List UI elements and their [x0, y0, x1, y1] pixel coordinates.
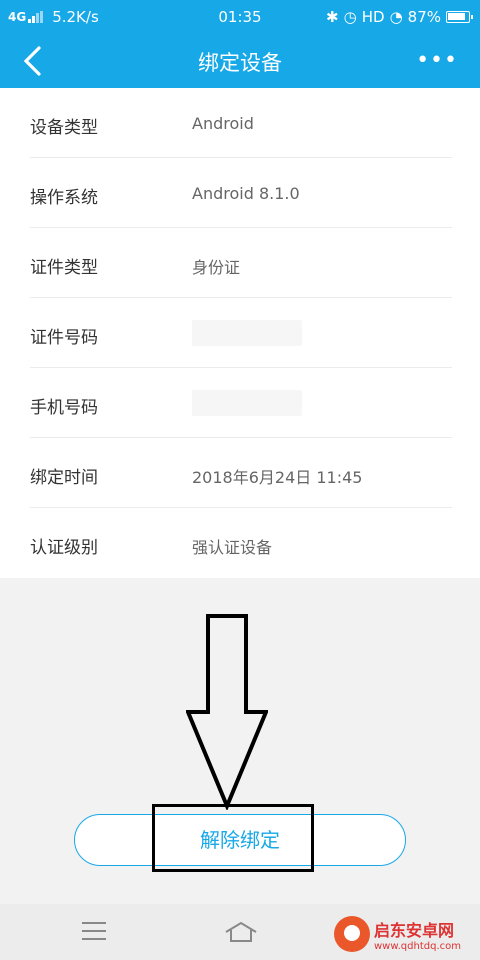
detail-label: 证件号码	[30, 328, 98, 348]
detail-row-phone: 手机号码	[30, 368, 452, 438]
detail-label: 设备类型	[30, 118, 98, 138]
detail-value: 2018年6月24日 11:45	[192, 468, 363, 487]
navigation-bar: 绑定设备 •••	[0, 34, 480, 88]
detail-row-id-number: 证件号码	[30, 298, 452, 368]
detail-row-bind-time: 绑定时间 2018年6月24日 11:45	[30, 438, 452, 508]
annotation-highlight-box	[152, 804, 314, 872]
detail-label: 证件类型	[30, 258, 98, 278]
detail-row-os: 操作系统 Android 8.1.0	[30, 158, 452, 228]
watermark-title: 启东安卓网	[374, 920, 455, 940]
detail-label: 认证级别	[30, 538, 98, 558]
home-icon[interactable]	[224, 920, 258, 944]
status-right: ✱ ◷ HD ◔ 87%	[321, 8, 473, 26]
redacted-id-number	[192, 320, 302, 346]
detail-value: Android	[192, 114, 254, 133]
wifi-icon: ◔	[389, 8, 403, 26]
menu-icon[interactable]	[82, 922, 106, 942]
redacted-phone-number	[192, 390, 302, 416]
detail-row-id-type: 证件类型 身份证	[30, 228, 452, 298]
detail-value: 身份证	[192, 258, 241, 277]
detail-value: 强认证设备	[192, 538, 273, 557]
page-title: 绑定设备	[198, 51, 282, 75]
annotation-down-arrow	[186, 614, 268, 810]
bluetooth-icon: ✱	[326, 8, 339, 26]
detail-row-device-type: 设备类型 Android	[30, 88, 452, 158]
battery-icon	[446, 11, 473, 23]
device-details-list: 设备类型 Android 操作系统 Android 8.1.0 证件类型 身份证…	[0, 88, 480, 578]
watermark: 启东安卓网 www.qdhtdq.com	[334, 912, 474, 956]
detail-value: Android 8.1.0	[192, 184, 300, 203]
detail-label: 手机号码	[30, 398, 98, 418]
alarm-icon: ◷	[343, 8, 357, 26]
watermark-url: www.qdhtdq.com	[374, 940, 461, 952]
hd-label: HD	[361, 8, 385, 26]
more-options-icon[interactable]: •••	[416, 48, 458, 73]
battery-percent: 87%	[407, 8, 441, 26]
status-bar: 4G 5.2K/s 01:35 ✱ ◷ HD ◔ 87%	[0, 0, 480, 34]
watermark-logo-icon	[334, 916, 370, 952]
detail-label: 操作系统	[30, 188, 98, 208]
detail-row-auth-level: 认证级别 强认证设备	[30, 508, 452, 578]
detail-label: 绑定时间	[30, 468, 98, 488]
